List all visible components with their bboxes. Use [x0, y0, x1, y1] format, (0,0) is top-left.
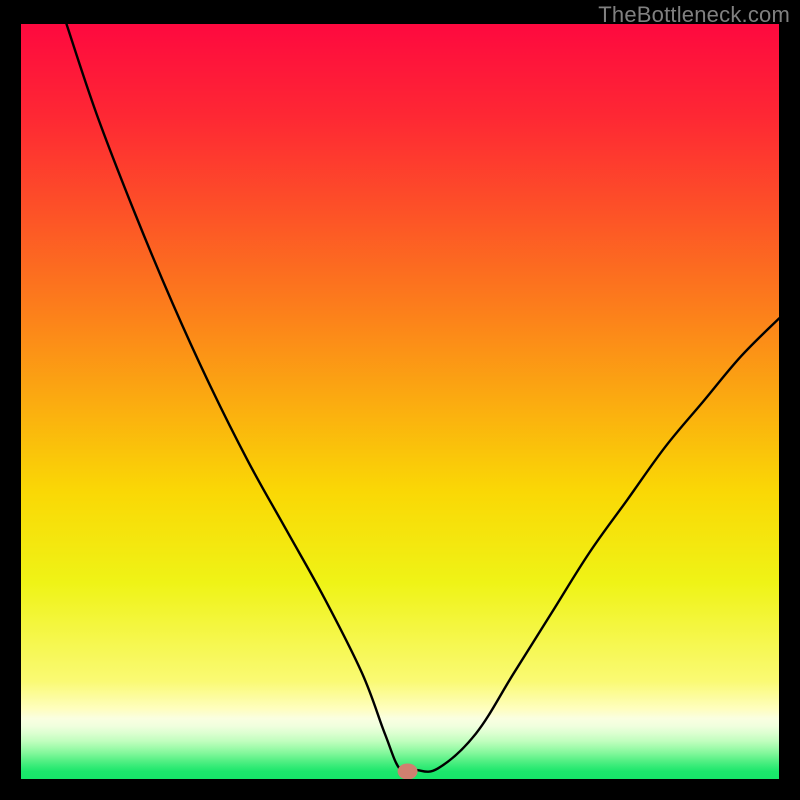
plot-area	[21, 24, 779, 779]
optimal-point-marker	[398, 763, 418, 779]
bottleneck-chart	[21, 24, 779, 779]
chart-container: TheBottleneck.com	[0, 0, 800, 800]
attribution-label: TheBottleneck.com	[598, 2, 790, 28]
gradient-background	[21, 24, 779, 779]
